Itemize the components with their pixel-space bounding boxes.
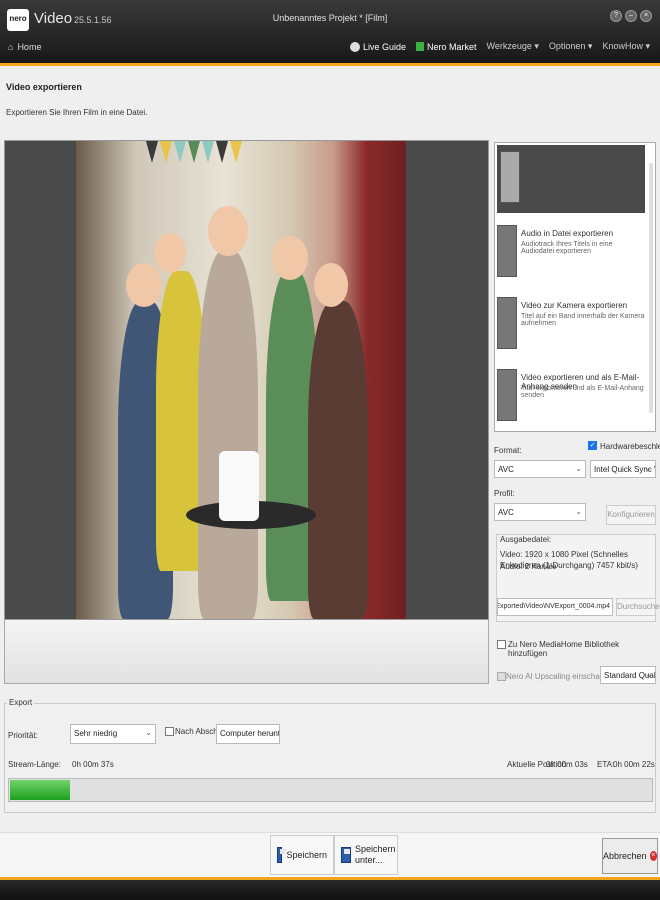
home-label: Home [17, 42, 42, 52]
birthday-cake [219, 451, 259, 521]
cancel-button[interactable]: Abbrechen × [602, 838, 658, 874]
list-item-audio-export[interactable]: Audio in Datei exportieren Audiotrack Ih… [495, 221, 645, 293]
title-bar: nero Video 25.5.1.56 Unbenanntes Projekt… [0, 0, 660, 66]
hw-accel-label: Hardwarebeschleunigung: [600, 442, 660, 451]
chevron-down-icon: ⌄ [645, 670, 652, 679]
menu-optionen[interactable]: Optionen ▾ [549, 41, 593, 52]
eta-label: ETA: [597, 760, 615, 769]
quality-select[interactable]: Standard Qualität⌄ [600, 666, 656, 684]
configure-button[interactable]: Konfigurieren [606, 505, 656, 525]
option-thumbnail [500, 151, 520, 203]
menu-werkzeuge[interactable]: Werkzeuge ▾ [487, 41, 539, 52]
chevron-down-icon: ⌄ [575, 507, 582, 516]
menu-live-guide[interactable]: Live Guide [349, 41, 406, 52]
output-path-input[interactable]: ents\Nero\Video\Exported\Video\NVExport_… [497, 598, 613, 616]
after-completion-checkbox[interactable] [165, 727, 174, 736]
preview-image [76, 141, 406, 619]
format-select[interactable]: AVC ⌄ [494, 460, 586, 478]
home-link[interactable]: ⌂ Home [8, 42, 41, 52]
list-item-email-export[interactable]: Video exportieren und als E-Mail-Anhang … [495, 365, 645, 431]
cancel-icon: × [649, 851, 657, 861]
hw-accel-select[interactable]: Intel Quick Sync Video⌄ [590, 460, 656, 478]
home-icon: ⌂ [8, 42, 14, 52]
chevron-down-icon: ⌄ [269, 728, 276, 737]
save-as-icon [341, 847, 351, 863]
hw-accel-checkbox[interactable]: ✓ [588, 441, 597, 450]
chevron-down-icon: ⌄ [645, 464, 652, 473]
market-icon [416, 41, 425, 51]
list-item-video-export[interactable] [497, 145, 645, 213]
window-title: Unbenanntes Projekt * [Film] [272, 13, 388, 23]
format-label: Format: [494, 446, 522, 455]
close-icon[interactable]: × [640, 10, 652, 22]
page-title: Video exportieren [6, 82, 82, 92]
current-position-value: 0h 00m 03s [546, 760, 588, 769]
preview-controls [4, 620, 489, 684]
output-file-label: Ausgabedatei: [500, 535, 552, 544]
live-guide-icon [349, 41, 360, 52]
option-thumbnail [497, 369, 517, 421]
menu-knowhow[interactable]: KnowHow ▾ [602, 41, 650, 52]
help-icon[interactable]: ? [610, 10, 622, 22]
save-button[interactable]: Speichern [270, 835, 334, 875]
progress-fill [10, 780, 70, 800]
profile-label: Profil: [494, 489, 515, 498]
minimize-icon[interactable]: – [625, 10, 637, 22]
list-scrollbar[interactable] [649, 163, 653, 413]
chevron-down-icon: ⌄ [575, 464, 582, 473]
option-thumbnail [497, 297, 517, 349]
mediahome-label: Zu Nero MediaHome Bibliothek hinzufügen [508, 640, 620, 658]
export-progress-bar [8, 778, 653, 802]
bunting-decoration [146, 141, 266, 163]
save-icon [277, 847, 287, 863]
upscaling-checkbox[interactable] [497, 672, 506, 681]
export-options-list: Audio in Datei exportieren Audiotrack Ih… [494, 142, 656, 432]
chevron-down-icon: ⌄ [145, 728, 152, 737]
video-preview [4, 140, 489, 620]
profile-select[interactable]: AVC ⌄ [494, 503, 586, 521]
top-menu: Live Guide Nero Market Werkzeuge ▾ Optio… [349, 41, 650, 52]
output-audio-info: Audio: 2 Kanäle [500, 562, 557, 571]
stream-length-value: 0h 00m 37s [72, 760, 114, 769]
eta-value: 0h 00m 22s [613, 760, 655, 769]
option-thumbnail [497, 225, 517, 277]
menu-nero-market[interactable]: Nero Market [416, 41, 477, 52]
priority-select[interactable]: Sehr niedrig ⌄ [70, 724, 156, 744]
mediahome-checkbox[interactable] [497, 640, 506, 649]
priority-label: Priorität: [8, 731, 38, 740]
page-subtitle: Exportieren Sie Ihren Film in eine Datei… [6, 108, 148, 117]
stream-length-label: Stream-Länge: [8, 760, 61, 769]
after-completion-select[interactable]: Computer herunterfahren⌄ [216, 724, 280, 744]
window-controls: ? – × [610, 10, 652, 22]
list-item-camera-export[interactable]: Video zur Kamera exportieren Titel auf e… [495, 293, 645, 365]
accent-line [0, 63, 660, 66]
export-section-title: Export [7, 698, 35, 707]
upscaling-label: Nero AI Upscaling einschalten [506, 672, 613, 681]
browse-button[interactable]: Durchsuchen [616, 598, 660, 616]
save-as-button[interactable]: Speichern unter... [334, 835, 398, 875]
status-bar [0, 880, 660, 900]
